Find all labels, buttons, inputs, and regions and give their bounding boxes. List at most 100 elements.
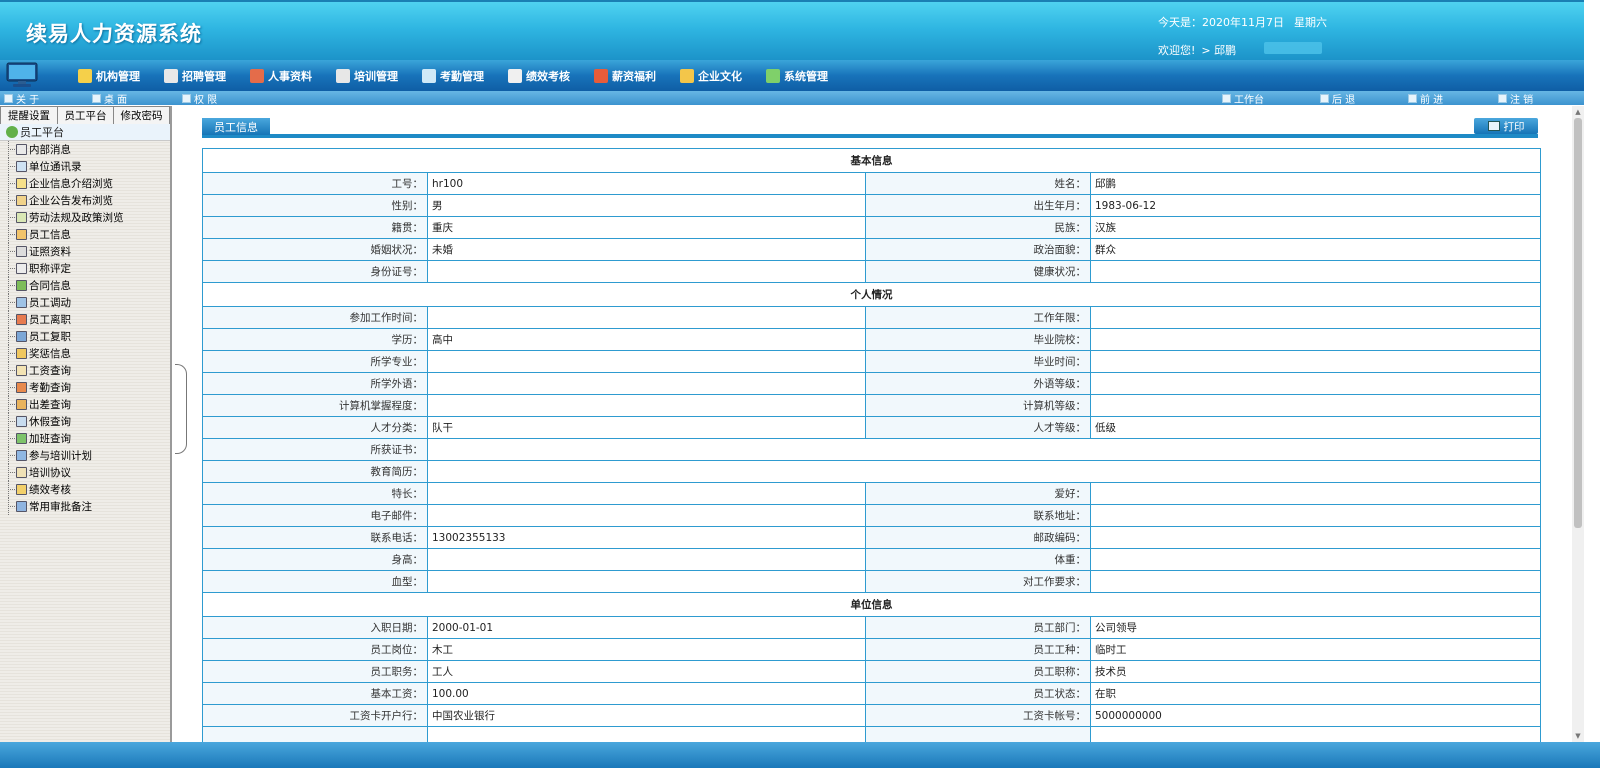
menu-org[interactable]: 机构管理 bbox=[78, 66, 140, 86]
recruit-icon bbox=[164, 69, 178, 83]
field-label: 爱好： bbox=[865, 482, 1091, 505]
field-value bbox=[427, 260, 866, 283]
table-row: 所学专业： 毕业时间： bbox=[202, 350, 1541, 373]
menu-recruit[interactable]: 招聘管理 bbox=[164, 66, 226, 86]
personnel-icon bbox=[250, 69, 264, 83]
back-button[interactable]: 后 退 bbox=[1320, 91, 1355, 106]
tab-employee-platform[interactable]: 员工平台 bbox=[57, 106, 114, 124]
section-basic-info: 基本信息 bbox=[202, 148, 1541, 173]
field-label: 学历： bbox=[202, 328, 428, 351]
sidebar-item[interactable]: 出差查询 bbox=[0, 396, 170, 413]
tab-change-password[interactable]: 修改密码 bbox=[113, 106, 170, 124]
sidebar-item[interactable]: 内部消息 bbox=[0, 141, 170, 158]
field-value bbox=[427, 504, 866, 527]
system-icon bbox=[766, 69, 780, 83]
field-value bbox=[1090, 548, 1541, 571]
sidebar-item[interactable]: 培训协议 bbox=[0, 464, 170, 481]
sidebar-item[interactable]: 职称评定 bbox=[0, 260, 170, 277]
field-value: 技术员 bbox=[1090, 660, 1541, 683]
about-button[interactable]: 关 于 bbox=[4, 91, 39, 106]
notice-icon bbox=[16, 195, 27, 206]
menu-attendance[interactable]: 考勤管理 bbox=[422, 66, 484, 86]
field-value bbox=[1090, 394, 1541, 417]
org-icon bbox=[78, 69, 92, 83]
menu-salary[interactable]: 薪资福利 bbox=[594, 66, 656, 86]
sidebar-item[interactable]: 工资查询 bbox=[0, 362, 170, 379]
sidebar-item-label: 加班查询 bbox=[29, 433, 71, 445]
table-row: 联系电话： 13002355133 邮政编码： bbox=[202, 526, 1541, 549]
workbench-button[interactable]: 工作台 bbox=[1222, 91, 1264, 106]
menu-system[interactable]: 系统管理 bbox=[766, 66, 828, 86]
sidebar-item[interactable]: 加班查询 bbox=[0, 430, 170, 447]
sidebar-item[interactable]: 员工信息 bbox=[0, 226, 170, 243]
sidebar-item-label: 奖惩信息 bbox=[29, 348, 71, 360]
logout-button[interactable]: 注 销 bbox=[1498, 91, 1533, 106]
sidebar-item[interactable]: 证照资料 bbox=[0, 243, 170, 260]
table-row: 籍贯： 重庆 民族： 汉族 bbox=[202, 216, 1541, 239]
sidebar-splitter[interactable] bbox=[175, 364, 187, 454]
scroll-thumb[interactable] bbox=[1574, 118, 1582, 528]
sidebar-item[interactable]: 绩效考核 bbox=[0, 481, 170, 498]
sidebar-item[interactable]: 企业信息介绍浏览 bbox=[0, 175, 170, 192]
field-label: 出生年月： bbox=[865, 194, 1091, 217]
field-value bbox=[1090, 526, 1541, 549]
field-label: 毕业院校： bbox=[865, 328, 1091, 351]
section-row: 单位信息 bbox=[202, 592, 1541, 617]
message-icon bbox=[16, 144, 27, 155]
sidebar-item-label: 培训协议 bbox=[29, 467, 71, 479]
tree-root[interactable]: 员工平台 bbox=[0, 124, 170, 141]
menu-personnel[interactable]: 人事资料 bbox=[250, 66, 312, 86]
table-row: 所获证书： bbox=[202, 438, 1541, 461]
sidebar-item[interactable]: 员工复职 bbox=[0, 328, 170, 345]
welcome-text: 欢迎您! bbox=[1158, 44, 1196, 57]
sidebar-item[interactable]: 考勤查询 bbox=[0, 379, 170, 396]
certificate-icon bbox=[16, 246, 27, 257]
field-label: 婚姻状况： bbox=[202, 238, 428, 261]
forward-button[interactable]: 前 进 bbox=[1408, 91, 1443, 106]
table-row bbox=[202, 726, 1541, 742]
page-scrollbar[interactable] bbox=[1584, 0, 1600, 742]
scroll-down-icon[interactable]: ▼ bbox=[1574, 732, 1582, 740]
field-value bbox=[1090, 260, 1541, 283]
about-icon bbox=[4, 93, 13, 103]
sidebar-item[interactable]: 企业公告发布浏览 bbox=[0, 192, 170, 209]
sidebar-item[interactable]: 单位通讯录 bbox=[0, 158, 170, 175]
print-button[interactable]: 打印 bbox=[1474, 118, 1538, 134]
scroll-up-icon[interactable]: ▲ bbox=[1574, 108, 1582, 116]
menu-training[interactable]: 培训管理 bbox=[336, 66, 398, 86]
field-label: 工号： bbox=[202, 172, 428, 195]
field-label: 员工工种： bbox=[865, 638, 1091, 661]
table-row: 员工职务： 工人 员工职称： 技术员 bbox=[202, 660, 1541, 683]
field-value: 中国农业银行 bbox=[427, 704, 866, 727]
contract-icon bbox=[16, 280, 27, 291]
field-label: 教育简历： bbox=[202, 460, 428, 483]
sidebar-item[interactable]: 劳动法规及政策浏览 bbox=[0, 209, 170, 226]
sidebar-item[interactable]: 员工调动 bbox=[0, 294, 170, 311]
field-value bbox=[1090, 306, 1541, 329]
sidebar-item-label: 证照资料 bbox=[29, 246, 71, 258]
field-label: 邮政编码： bbox=[865, 526, 1091, 549]
sidebar-item[interactable]: 合同信息 bbox=[0, 277, 170, 294]
sidebar-item[interactable]: 奖惩信息 bbox=[0, 345, 170, 362]
sidebar-item[interactable]: 常用审批备注 bbox=[0, 498, 170, 515]
sidebar-item[interactable]: 参与培训计划 bbox=[0, 447, 170, 464]
field-label: 员工岗位： bbox=[202, 638, 428, 661]
table-row: 学历： 高中 毕业院校： bbox=[202, 328, 1541, 351]
table-row: 所学外语： 外语等级： bbox=[202, 372, 1541, 395]
field-label: 所获证书： bbox=[202, 438, 428, 461]
permission-icon bbox=[182, 93, 191, 103]
date-line: 今天是：2020年11月7日 星期六 bbox=[1158, 14, 1337, 30]
menu-performance[interactable]: 绩效考核 bbox=[508, 66, 570, 86]
desktop-button[interactable]: 桌 面 bbox=[92, 91, 127, 106]
travel-icon bbox=[16, 399, 27, 410]
field-label: 籍贯： bbox=[202, 216, 428, 239]
field-label: 工资卡帐号： bbox=[865, 704, 1091, 727]
sidebar-item[interactable]: 员工离职 bbox=[0, 311, 170, 328]
content-scrollbar[interactable]: ▲ ▼ bbox=[1572, 106, 1584, 742]
printer-icon bbox=[1487, 121, 1500, 131]
tab-reminder-settings[interactable]: 提醒设置 bbox=[0, 106, 58, 124]
permission-button[interactable]: 权 限 bbox=[182, 91, 217, 106]
field-label: 联系地址： bbox=[865, 504, 1091, 527]
sidebar-item[interactable]: 休假查询 bbox=[0, 413, 170, 430]
menu-culture[interactable]: 企业文化 bbox=[680, 66, 742, 86]
